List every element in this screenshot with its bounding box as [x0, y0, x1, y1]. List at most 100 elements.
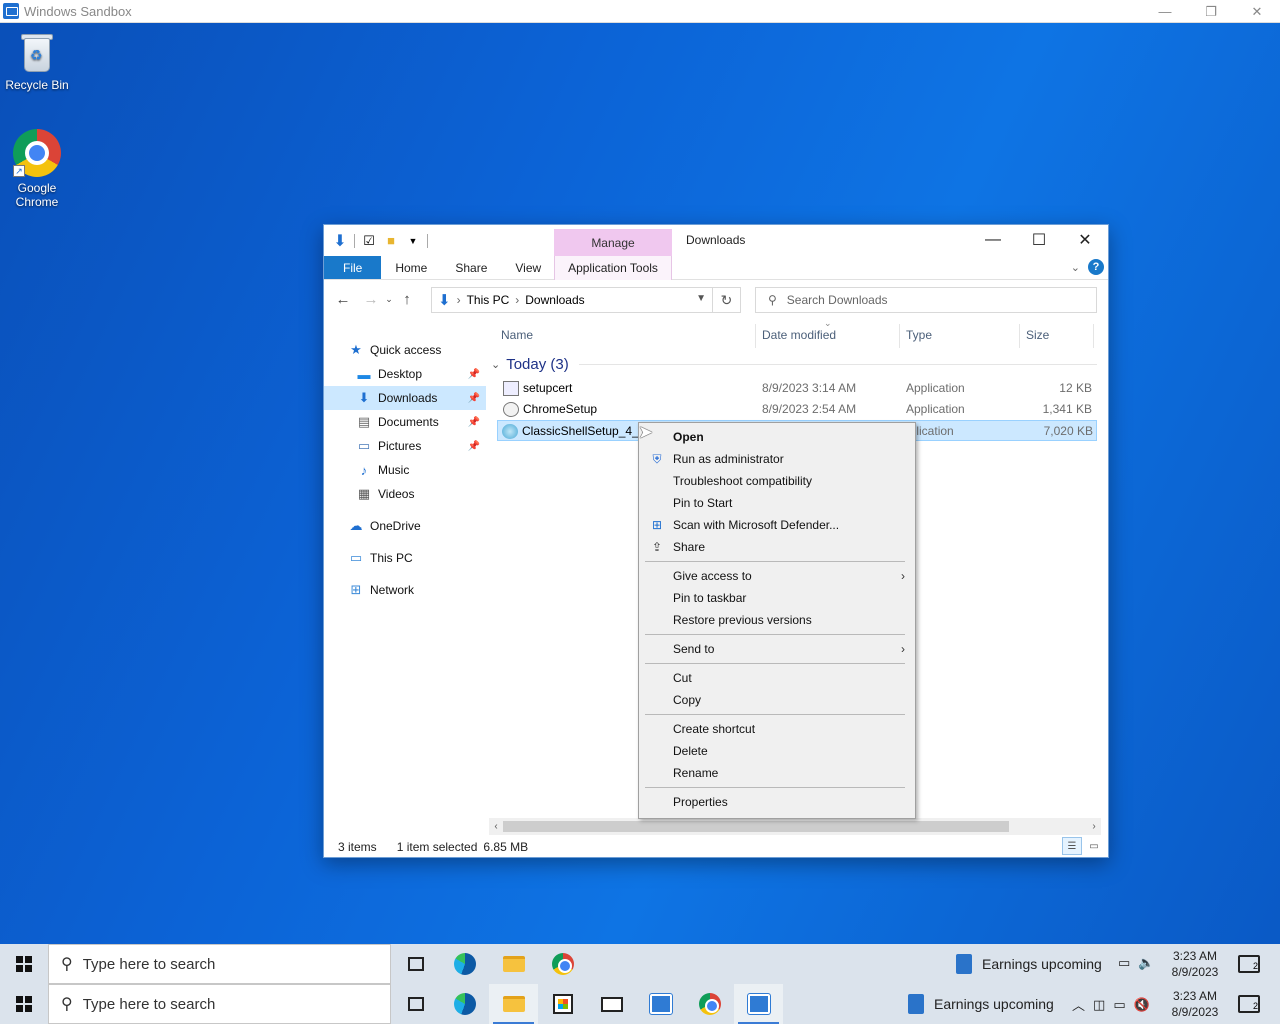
file-row-chromesetup[interactable]: ChromeSetup 8/9/2023 2:54 AM Application…: [489, 399, 1101, 420]
back-button[interactable]: ←: [332, 288, 354, 310]
nav-label: Quick access: [370, 343, 442, 357]
menu-item-rename[interactable]: Rename: [639, 762, 915, 784]
maximize-button[interactable]: ☐: [1016, 225, 1062, 255]
taskbar-edge[interactable]: [440, 944, 489, 984]
breadcrumb-downloads[interactable]: Downloads: [525, 293, 584, 307]
meeting-icon[interactable]: ◫: [1093, 997, 1105, 1013]
volume-muted-icon[interactable]: 🔇: [1134, 997, 1150, 1013]
menu-item-scan-with-defender[interactable]: ⊞ Scan with Microsoft Defender...: [639, 514, 915, 536]
refresh-button[interactable]: ↻: [713, 287, 741, 313]
news-widget[interactable]: Earnings upcoming: [956, 954, 1102, 974]
nav-item-music[interactable]: ♪ Music: [324, 458, 486, 482]
taskbar-chrome[interactable]: [538, 944, 587, 984]
nav-item-onedrive[interactable]: ☁ OneDrive: [324, 514, 486, 538]
column-date-modified[interactable]: Date modified: [762, 328, 836, 342]
close-button[interactable]: ✕: [1062, 225, 1108, 255]
manage-tab[interactable]: Manage: [554, 229, 672, 256]
tab-share[interactable]: Share: [441, 256, 501, 279]
taskbar-search-box[interactable]: ⚲ Type here to search: [48, 984, 391, 1024]
menu-item-delete[interactable]: Delete: [639, 740, 915, 762]
windows-logo-icon: [16, 996, 32, 1012]
column-type[interactable]: Type: [906, 328, 932, 342]
nav-item-documents[interactable]: ▤ Documents 📌: [324, 410, 486, 434]
menu-item-run-as-administrator[interactable]: ⛨ Run as administrator: [639, 448, 915, 470]
address-bar[interactable]: ⬇ › This PC › Downloads ▼: [431, 287, 713, 313]
desktop-icon-google-chrome[interactable]: ↗ Google Chrome: [1, 129, 73, 209]
details-view-icon[interactable]: ☰: [1062, 837, 1082, 855]
taskbar-edge[interactable]: [440, 984, 489, 1024]
collapse-chevron-icon: ⌄: [491, 358, 501, 371]
nav-item-desktop[interactable]: ▬ Desktop 📌: [324, 362, 486, 386]
new-folder-qa-icon[interactable]: ■: [383, 233, 399, 249]
taskbar-file-explorer[interactable]: [489, 944, 538, 984]
menu-item-properties[interactable]: Properties: [639, 791, 915, 813]
menu-item-send-to[interactable]: Send to ›: [639, 638, 915, 660]
news-widget[interactable]: Earnings upcoming: [908, 994, 1054, 1014]
minimize-button[interactable]: —: [970, 225, 1016, 255]
column-name[interactable]: Name: [501, 328, 533, 342]
volume-icon[interactable]: 🔈: [1138, 955, 1154, 971]
tab-application-tools[interactable]: Application Tools: [554, 256, 672, 280]
taskbar-chrome[interactable]: [685, 984, 734, 1024]
search-input[interactable]: ⚲ Search Downloads: [755, 287, 1097, 313]
task-view-button[interactable]: [391, 984, 440, 1024]
clock[interactable]: 3:23 AM 8/9/2023: [1166, 988, 1224, 1020]
file-row-setupcert[interactable]: setupcert 8/9/2023 3:14 AM Application 1…: [489, 378, 1101, 399]
group-header-today[interactable]: ⌄ Today (3): [489, 350, 1101, 378]
start-button[interactable]: [0, 984, 48, 1024]
menu-item-troubleshoot-compatibility[interactable]: Troubleshoot compatibility: [639, 470, 915, 492]
desktop-icon-recycle-bin[interactable]: ♻ Recycle Bin: [1, 32, 73, 92]
taskbar-store[interactable]: [538, 984, 587, 1024]
recent-locations-chevron-icon[interactable]: ⌄: [382, 288, 396, 310]
customize-qa-chevron-icon[interactable]: ▼: [405, 233, 421, 249]
sandbox-minimize-button[interactable]: —: [1142, 0, 1188, 23]
up-button[interactable]: ↑: [396, 288, 418, 310]
scroll-right-arrow-icon[interactable]: ›: [1087, 818, 1101, 835]
menu-item-share[interactable]: ⇪ Share: [639, 536, 915, 558]
address-dropdown-chevron-icon[interactable]: ▼: [696, 293, 706, 304]
menu-item-create-shortcut[interactable]: Create shortcut: [639, 718, 915, 740]
menu-item-cut[interactable]: Cut: [639, 667, 915, 689]
nav-item-this-pc[interactable]: ▭ This PC: [324, 546, 486, 570]
taskbar-file-explorer[interactable]: [489, 984, 538, 1024]
nav-item-pictures[interactable]: ▭ Pictures 📌: [324, 434, 486, 458]
nav-item-videos[interactable]: ▦ Videos: [324, 482, 486, 506]
sandbox-close-button[interactable]: ✕: [1234, 0, 1280, 23]
menu-item-restore-previous-versions[interactable]: Restore previous versions: [639, 609, 915, 631]
menu-item-copy[interactable]: Copy: [639, 689, 915, 711]
task-view-button[interactable]: [391, 944, 440, 984]
scrollbar-thumb[interactable]: [503, 821, 1009, 832]
network-icon[interactable]: ▭: [1118, 955, 1130, 971]
notification-center-icon[interactable]: 2: [1238, 955, 1260, 973]
clock[interactable]: 3:23 AM 8/9/2023: [1166, 948, 1224, 980]
start-button[interactable]: [0, 944, 48, 984]
breadcrumb-this-pc[interactable]: This PC: [467, 293, 510, 307]
menu-item-open[interactable]: Open: [639, 426, 915, 448]
properties-qa-icon[interactable]: ☑: [361, 233, 377, 249]
expand-ribbon-chevron-icon[interactable]: ⌄: [1071, 261, 1080, 274]
menu-item-pin-to-taskbar[interactable]: Pin to taskbar: [639, 587, 915, 609]
sandbox-restore-button[interactable]: ❐: [1188, 0, 1234, 23]
large-icons-view-icon[interactable]: ▭: [1084, 837, 1104, 855]
taskbar-search-box[interactable]: ⚲ Type here to search: [48, 944, 391, 984]
taskbar-sandbox-running[interactable]: [734, 984, 783, 1024]
help-icon[interactable]: ?: [1088, 259, 1104, 275]
menu-item-give-access-to[interactable]: Give access to ›: [639, 565, 915, 587]
menu-item-pin-to-start[interactable]: Pin to Start: [639, 492, 915, 514]
tab-view[interactable]: View: [501, 256, 555, 279]
nav-item-downloads[interactable]: ⬇ Downloads 📌: [324, 386, 486, 410]
taskbar-sandbox[interactable]: [636, 984, 685, 1024]
show-hidden-icons-chevron-icon[interactable]: ︿: [1072, 995, 1085, 1014]
nav-quick-access[interactable]: ★ Quick access: [324, 338, 486, 362]
tab-file[interactable]: File: [324, 256, 382, 279]
horizontal-scrollbar[interactable]: ‹ ›: [489, 818, 1101, 835]
scroll-left-arrow-icon[interactable]: ‹: [489, 818, 503, 835]
column-size[interactable]: Size: [1026, 328, 1049, 342]
store-icon: [552, 994, 573, 1014]
notification-center-icon[interactable]: 2: [1238, 995, 1260, 1013]
taskbar-mail[interactable]: [587, 984, 636, 1024]
network-icon[interactable]: ▭: [1113, 997, 1125, 1013]
nav-item-network[interactable]: ⊞ Network: [324, 578, 486, 602]
tab-home[interactable]: Home: [381, 256, 441, 279]
forward-button[interactable]: →: [360, 288, 382, 310]
